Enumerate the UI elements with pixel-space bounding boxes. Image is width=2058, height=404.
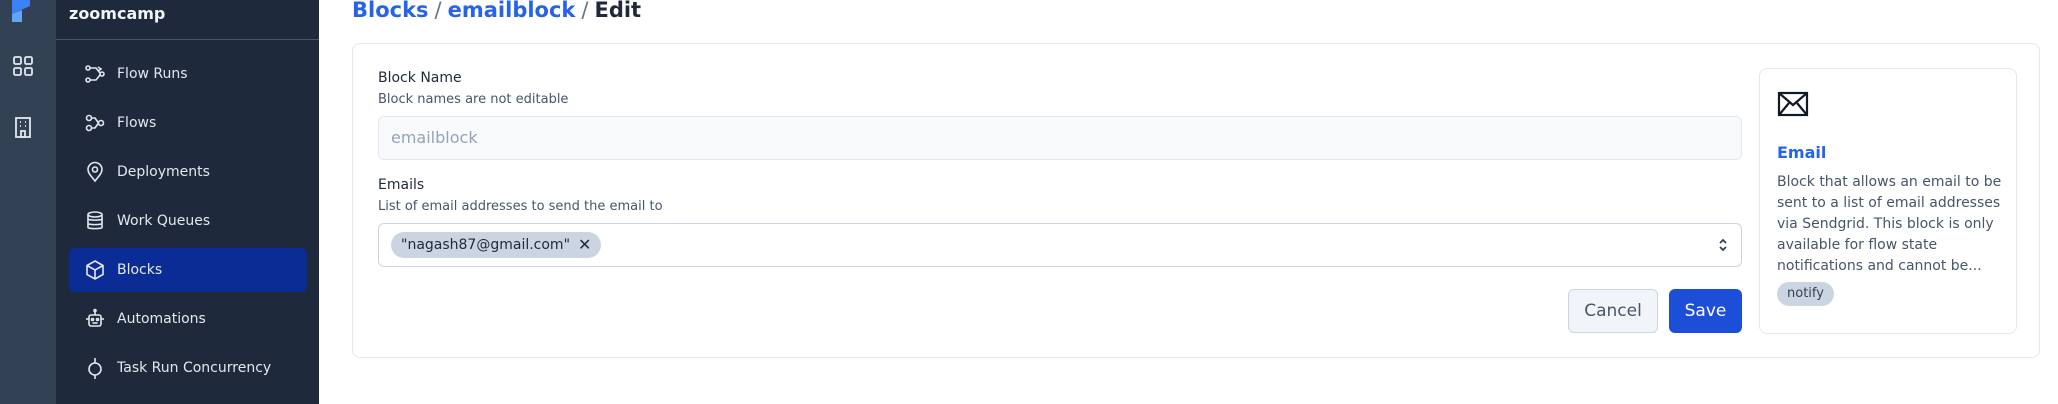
flow-runs-icon: [85, 65, 105, 83]
block-name-input[interactable]: emailblock: [378, 116, 1742, 160]
cancel-button[interactable]: Cancel: [1568, 289, 1658, 333]
sidebar-item-task-run-concurrency[interactable]: Task Run Concurrency: [69, 346, 307, 390]
sidebar-item-work-queues[interactable]: Work Queues: [69, 199, 307, 243]
sidebar-item-label: Deployments: [117, 164, 210, 180]
breadcrumb-block-link[interactable]: emailblock: [448, 0, 576, 22]
block-name-label: Block Name: [378, 70, 462, 86]
prefect-logo-icon[interactable]: [10, 0, 32, 22]
chevron-up-down-icon[interactable]: [1717, 237, 1729, 253]
sidebar-item-label: Task Run Concurrency: [117, 360, 272, 376]
page-title: Edit: [594, 0, 642, 22]
workspace-name: zoomcamp: [69, 4, 166, 23]
sidebar-item-label: Work Queues: [117, 213, 211, 229]
flows-icon: [85, 114, 105, 132]
building-icon[interactable]: [12, 116, 34, 138]
sidebar-item-label: Automations: [117, 311, 206, 327]
icon-rail: [0, 0, 56, 404]
block-edit-card: Block Name Block names are not editable …: [352, 43, 2040, 358]
sidebar-item-automations[interactable]: Automations: [69, 297, 307, 341]
map-pin-icon: [87, 161, 103, 183]
block-name-description: Block names are not editable: [378, 92, 569, 107]
sidebar-item-label: Blocks: [117, 262, 163, 278]
sidebar-item-label: Flow Runs: [117, 66, 188, 82]
sidebar-item-flow-runs[interactable]: Flow Runs: [69, 52, 307, 96]
breadcrumb-separator: /: [581, 0, 589, 22]
email-chip-label: "nagash87@gmail.com": [401, 237, 571, 253]
breadcrumb-separator: /: [434, 0, 442, 22]
remove-chip-icon[interactable]: ✕: [578, 237, 591, 253]
concurrency-icon: [88, 358, 102, 379]
sidebar-item-flows[interactable]: Flows: [69, 101, 307, 145]
emails-description: List of email addresses to send the emai…: [378, 199, 663, 214]
sidebar-item-blocks[interactable]: Blocks: [69, 248, 307, 292]
dashboard-grid-icon[interactable]: [12, 55, 34, 77]
cube-icon: [86, 260, 104, 280]
sidebar-item-label: Flows: [117, 115, 157, 131]
email-chip: "nagash87@gmail.com" ✕: [391, 232, 602, 258]
database-icon: [87, 211, 103, 230]
sidebar-item-deployments[interactable]: Deployments: [69, 150, 307, 194]
block-type-name[interactable]: Email: [1777, 143, 1826, 162]
emails-label: Emails: [378, 177, 425, 193]
workspace-switcher[interactable]: zoomcamp: [56, 0, 319, 40]
capability-tag: notify: [1777, 282, 1834, 306]
sidebar: zoomcamp Flow Runs Flows Deployments Wor…: [56, 0, 319, 404]
breadcrumb: Blocks / emailblock / Edit: [352, 0, 641, 26]
breadcrumb-blocks-link[interactable]: Blocks: [352, 0, 429, 22]
block-type-description: Block that allows an email to be sent to…: [1777, 174, 2002, 274]
save-button[interactable]: Save: [1669, 289, 1742, 333]
envelope-icon: [1777, 91, 1809, 117]
emails-combobox[interactable]: "nagash87@gmail.com" ✕: [378, 223, 1742, 267]
block-type-card: Email Block that allows an email to be s…: [1759, 68, 2017, 334]
robot-icon: [86, 308, 104, 327]
